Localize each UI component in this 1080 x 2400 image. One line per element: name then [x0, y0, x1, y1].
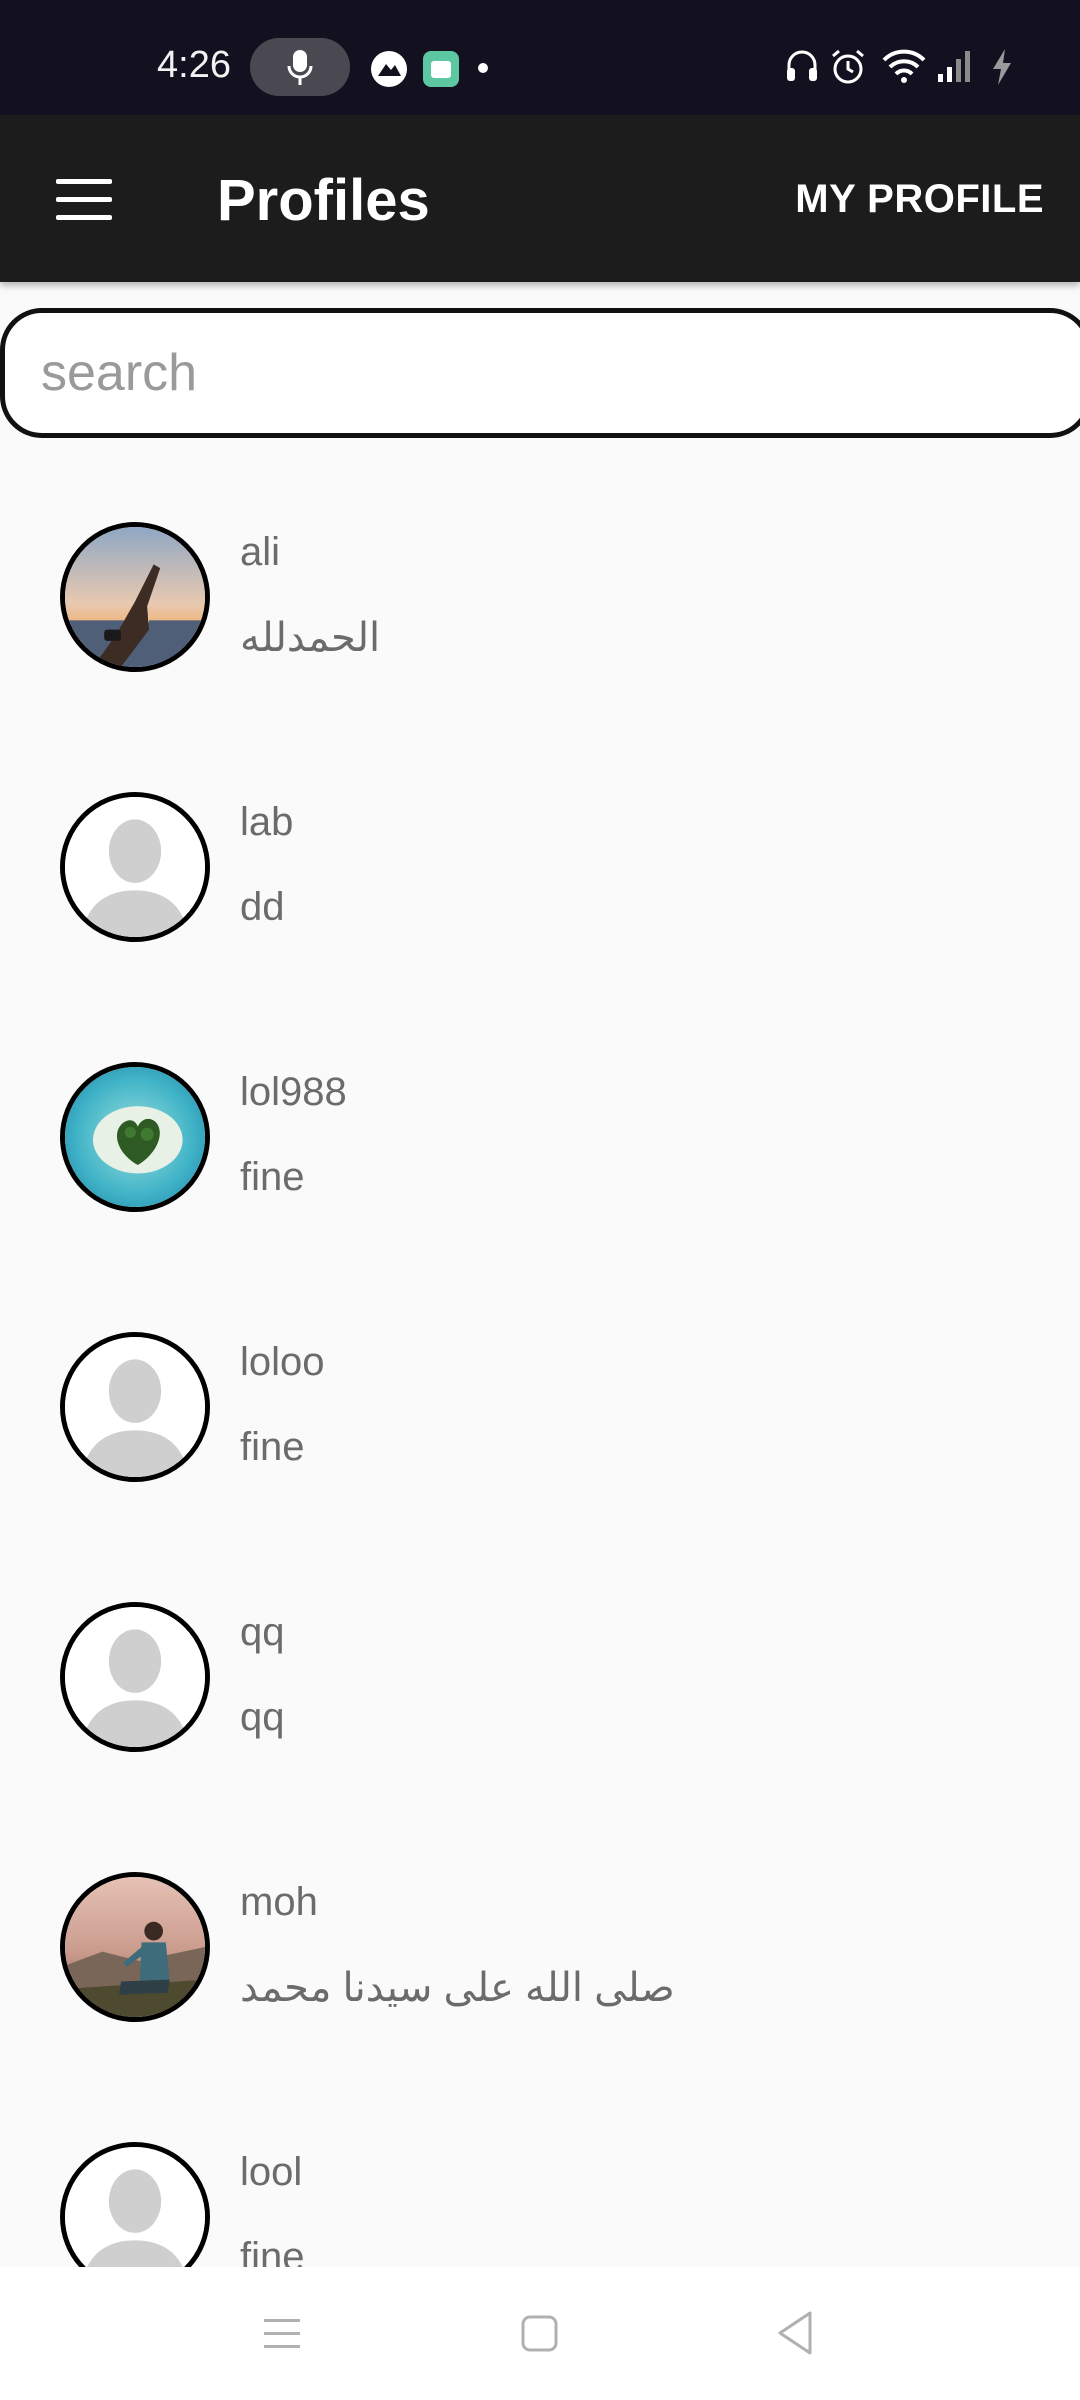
profile-name: loloo: [240, 1340, 325, 1384]
gallery-notification-icon: [423, 51, 459, 87]
list-item[interactable]: ali الحمدلله: [0, 460, 1080, 730]
charging-icon: [993, 49, 1011, 85]
app-notification-icon: [371, 51, 407, 87]
profile-status: fine: [240, 1155, 305, 1199]
default-person-icon: [65, 1337, 205, 1477]
mic-indicator[interactable]: [250, 38, 350, 96]
profile-name: ali: [240, 530, 281, 574]
profile-name: moh: [240, 1880, 318, 1924]
list-item[interactable]: moh صلى الله على سيدنا محمد: [0, 1810, 1080, 2080]
list-item[interactable]: lool fine: [0, 2080, 1080, 2267]
profile-status: dd: [240, 885, 285, 929]
profile-status: fine: [240, 1425, 305, 1469]
avatar[interactable]: [60, 1332, 210, 1482]
default-person-icon: [65, 2147, 205, 2267]
profile-name: lab: [240, 800, 294, 844]
profile-status: صلى الله على سيدنا محمد: [240, 1966, 675, 2010]
dot-icon: [478, 63, 488, 73]
back-icon[interactable]: [774, 2303, 818, 2363]
my-profile-button[interactable]: MY PROFILE: [795, 177, 1044, 222]
photo-man-sitting-icon: [65, 1877, 205, 2017]
default-person-icon: [65, 1607, 205, 1747]
list-item[interactable]: qq qq: [0, 1540, 1080, 1810]
hamburger-menu-icon[interactable]: [56, 179, 112, 220]
avatar[interactable]: [60, 522, 210, 672]
profile-status: qq: [240, 1695, 285, 1739]
profile-name: lol988: [240, 1070, 347, 1114]
status-time: 4:26: [157, 44, 231, 86]
status-bar: 4:26: [0, 0, 1080, 115]
avatar[interactable]: [60, 1872, 210, 2022]
profile-status: الحمدلله: [240, 616, 381, 660]
list-item[interactable]: lab dd: [0, 730, 1080, 1000]
list-item[interactable]: lol988 fine: [0, 1000, 1080, 1270]
home-icon[interactable]: [520, 2303, 560, 2363]
mic-icon: [287, 50, 313, 85]
profile-name: qq: [240, 1610, 285, 1654]
profile-name: lool: [240, 2150, 303, 2194]
profile-list: ali الحمدلله lab dd lol988 fine loloo fi…: [0, 460, 1080, 2267]
signal-icon: [938, 51, 970, 82]
photo-heart-island-icon: [65, 1067, 205, 1207]
avatar[interactable]: [60, 1602, 210, 1752]
avatar[interactable]: [60, 792, 210, 942]
system-nav-bar: [0, 2267, 1080, 2400]
search-container: [0, 308, 1080, 438]
search-input[interactable]: [41, 333, 941, 413]
alarm-icon: [832, 49, 864, 84]
default-person-icon: [65, 797, 205, 937]
avatar[interactable]: [60, 2142, 210, 2267]
page-title: Profiles: [217, 168, 430, 233]
recents-icon[interactable]: [262, 2303, 302, 2363]
wifi-icon: [882, 49, 926, 83]
photo-hand-sunset-icon: [65, 527, 205, 667]
headset-icon: [787, 50, 817, 81]
avatar[interactable]: [60, 1062, 210, 1212]
app-bar: Profiles MY PROFILE: [0, 115, 1080, 282]
profile-status: fine: [240, 2235, 305, 2267]
list-item[interactable]: loloo fine: [0, 1270, 1080, 1540]
